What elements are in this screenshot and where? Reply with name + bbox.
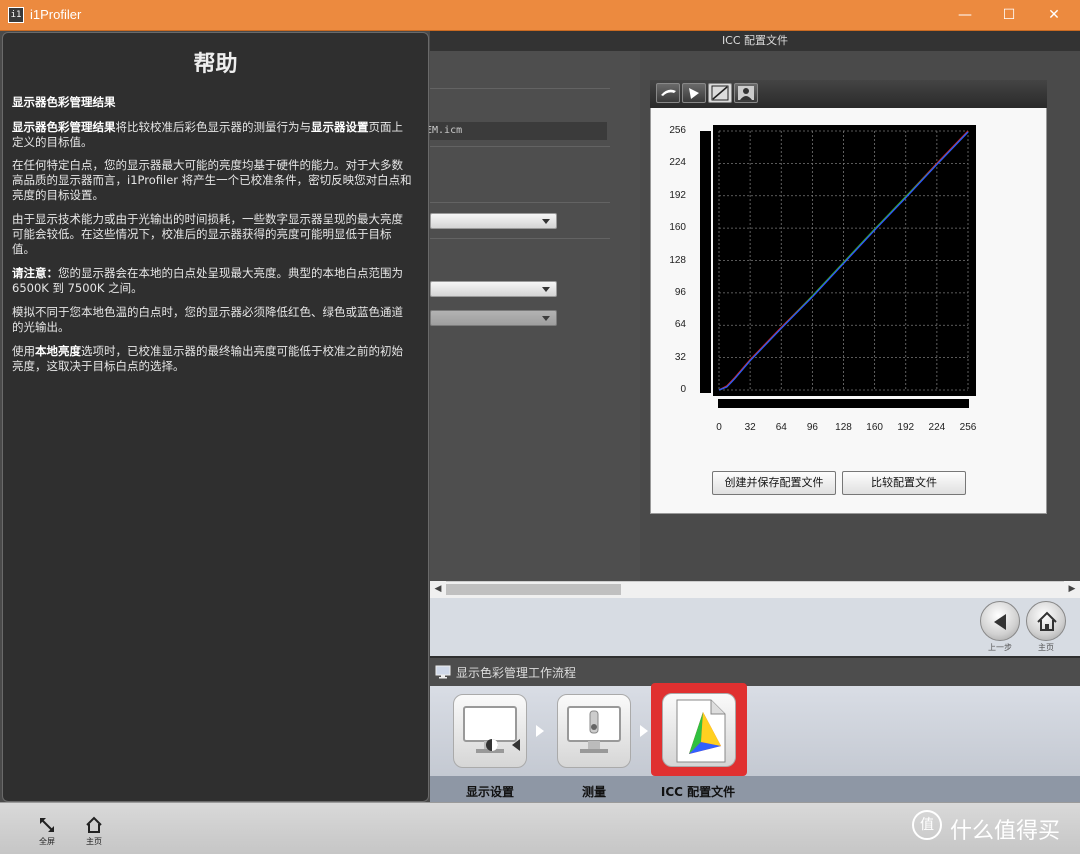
help-bold-text: 显示器色彩管理结果 — [12, 120, 116, 134]
chevron-down-icon — [542, 287, 550, 292]
fullscreen-button[interactable] — [38, 816, 56, 837]
gamut-3d-icon[interactable] — [682, 83, 706, 103]
watermark-text: 什么值得买 — [950, 819, 1061, 844]
x-tick-label: 0 — [716, 422, 722, 433]
maximize-button[interactable]: ☐ — [986, 0, 1032, 31]
title-bar: i1 i1Profiler — ☐ ✕ — [0, 0, 1080, 31]
divider — [430, 202, 610, 203]
divider — [430, 146, 610, 147]
divider — [430, 238, 610, 239]
help-paragraph-5: 模拟不同于您本地色温的白点时，您的显示器必须降低红色、绿色或蓝色通道的光输出。 — [12, 305, 403, 334]
image-icon[interactable] — [734, 83, 758, 103]
help-bold-text: 显示器设置 — [311, 120, 369, 134]
x-tick-label: 192 — [897, 422, 915, 433]
tone-gradient-strip-horizontal — [718, 399, 969, 408]
scrollbar-thumb[interactable] — [446, 584, 621, 595]
close-button[interactable]: ✕ — [1031, 0, 1077, 31]
workflow-title: 显示色彩管理工作流程 — [456, 666, 577, 680]
fullscreen-label: 全屏 — [39, 837, 55, 846]
profile-dropdown-2[interactable] — [430, 281, 557, 297]
step-label-icc-profile: ICC 配置文件 — [660, 785, 736, 799]
y-tick-label: 64 — [674, 319, 686, 331]
profile-filename-text: EM.icm — [426, 125, 463, 136]
scroll-left-icon[interactable]: ◀ — [430, 581, 446, 598]
home-button[interactable] — [1026, 601, 1066, 641]
workflow-step-icc-profile-active[interactable] — [651, 683, 747, 776]
x-tick-label: 64 — [775, 422, 787, 433]
help-heading: 显示器色彩管理结果 — [12, 95, 116, 109]
arrow-right-icon — [640, 725, 648, 737]
icc-profile-icon — [676, 699, 726, 763]
back-button[interactable] — [980, 601, 1020, 641]
x-tick-label: 256 — [959, 422, 977, 433]
chevron-down-icon — [542, 316, 550, 321]
help-paragraph-3: 由于显示技术能力或由于光输出的时间损耗，一些数字显示器呈现的最大亮度可能会较低。… — [12, 212, 403, 256]
home-label: 主页 — [1038, 643, 1054, 652]
window-title: i1Profiler — [30, 7, 82, 22]
icc-profile-card — [662, 693, 736, 767]
divider — [430, 88, 610, 89]
step-label-display-settings: 显示设置 — [465, 785, 514, 799]
chart-toolbar — [650, 80, 1047, 108]
create-save-profile-button[interactable]: 创建并保存配置文件 — [712, 471, 836, 495]
home-icon — [1037, 611, 1057, 631]
home-icon — [86, 816, 102, 833]
help-text: 使用 — [12, 344, 35, 358]
bottom-home-label: 主页 — [86, 837, 102, 846]
curve-icon[interactable] — [708, 83, 732, 103]
x-tick-label: 32 — [744, 422, 756, 433]
help-text: 您的显示器会在本地的白点处呈现最大亮度。典型的本地白点范围为 6500K 到 7… — [12, 266, 403, 295]
step-label-measure: 测量 — [581, 785, 606, 799]
app-icon: i1 — [8, 7, 24, 23]
section-header: ICC 配置文件 — [430, 31, 1080, 51]
x-tick-label: 128 — [835, 422, 852, 433]
bottom-home-button[interactable] — [85, 816, 103, 837]
help-paragraph-1: 显示器色彩管理结果将比较校准后彩色显示器的测量行为与显示器设置页面上定义的目标值… — [12, 120, 412, 150]
workflow-step-display-settings[interactable] — [453, 694, 527, 768]
y-tick-label: 224 — [669, 157, 686, 169]
measure-icon — [567, 706, 621, 753]
help-bold-text: 本地亮度 — [35, 344, 81, 358]
scroll-right-icon[interactable]: ▶ — [1064, 581, 1080, 598]
minimize-button[interactable]: — — [942, 0, 988, 31]
y-tick-label: 96 — [674, 286, 686, 298]
back-arrow-icon — [994, 614, 1006, 630]
watermark-logo: 值 — [912, 810, 942, 840]
y-tick-label: 128 — [669, 254, 686, 266]
x-tick-label: 96 — [806, 422, 818, 433]
help-paragraph-4: 请注意：您的显示器会在本地的白点处呈现最大亮度。典型的本地白点范围为 6500K… — [12, 266, 412, 296]
y-tick-label: 256 — [669, 125, 686, 136]
monitor-icon — [435, 665, 451, 679]
help-paragraph-2: 在任何特定白点，您的显示器最大可能的亮度均基于硬件的能力。对于大多数高品质的显示… — [12, 158, 412, 202]
fullscreen-icon — [40, 818, 54, 832]
help-bold-text: 请注意： — [12, 266, 58, 280]
chevron-down-icon — [542, 219, 550, 224]
profile-filename-field[interactable]: EM.icm — [426, 122, 607, 140]
help-title: 帮助 — [193, 51, 238, 77]
compare-profiles-button[interactable]: 比较配置文件 — [842, 471, 966, 495]
tone-gradient-strip-vertical — [700, 131, 711, 393]
help-text: 将比较校准后彩色显示器的测量行为与 — [115, 120, 312, 134]
y-tick-label: 192 — [669, 189, 686, 201]
tone-curve-chart — [718, 130, 969, 391]
back-label: 上一步 — [988, 643, 1012, 652]
workflow-step-measure[interactable] — [557, 694, 631, 768]
gamut-2d-icon[interactable] — [656, 83, 680, 103]
arrow-right-icon — [536, 725, 544, 737]
x-tick-label: 224 — [928, 422, 946, 433]
y-tick-label: 32 — [674, 351, 686, 363]
y-tick-label: 160 — [669, 222, 686, 234]
x-tick-label: 160 — [866, 422, 883, 433]
help-paragraph-6: 使用本地亮度选项时，已校准显示器的最终输出亮度可能低于校准之前的初始亮度，这取决… — [12, 344, 412, 374]
y-tick-label: 0 — [680, 384, 686, 395]
display-settings-icon — [463, 706, 520, 753]
profile-dropdown-1[interactable] — [430, 213, 557, 229]
profile-dropdown-3[interactable] — [430, 310, 557, 326]
